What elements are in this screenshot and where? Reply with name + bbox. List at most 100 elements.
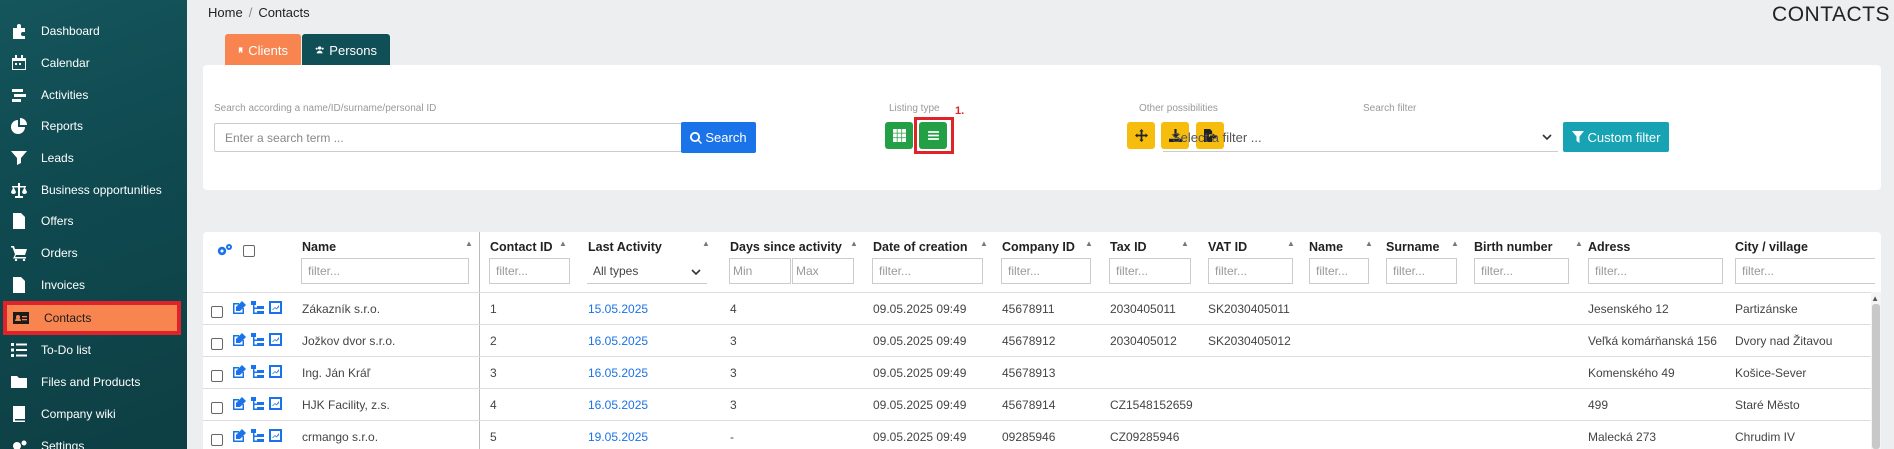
sidebar-item-calendar[interactable]: Calendar (0, 49, 187, 77)
table-row[interactable]: Zákazník s.r.o. 1 15.05.2025 4 09.05.202… (203, 292, 1873, 324)
sort-icon[interactable]: ▲ (850, 239, 858, 248)
sort-icon[interactable]: ▲ (1575, 239, 1583, 248)
sort-icon[interactable]: ▲ (465, 239, 473, 248)
column-header-name[interactable]: Name (302, 240, 336, 254)
filter-days-min[interactable]: Min (729, 258, 791, 284)
grid-view-button[interactable] (885, 122, 913, 149)
filter-city[interactable]: filter... (1735, 258, 1875, 284)
filter-surname[interactable]: filter... (1386, 258, 1457, 284)
custom-filter-button[interactable]: Custom filter (1563, 122, 1669, 152)
breadcrumb-home[interactable]: Home (208, 5, 243, 20)
sidebar-item-todo[interactable]: To-Do list (0, 336, 187, 364)
column-header-company-id[interactable]: Company ID (1002, 240, 1075, 254)
column-header-vat-id[interactable]: VAT ID (1208, 240, 1247, 254)
sidebar-item-leads[interactable]: Leads (0, 144, 187, 172)
table-row[interactable]: HJK Facility, z.s. 4 16.05.2025 3 09.05.… (203, 388, 1873, 420)
table-row[interactable]: Jožkov dvor s.r.o. 2 16.05.2025 3 09.05.… (203, 324, 1873, 356)
column-header-birth-number[interactable]: Birth number (1474, 240, 1552, 254)
sort-icon[interactable]: ▲ (980, 239, 988, 248)
breadcrumb-separator: / (248, 5, 253, 20)
sitemap-icon[interactable] (251, 429, 265, 443)
note-icon[interactable] (269, 301, 283, 315)
cell-last-activity[interactable]: 16.05.2025 (588, 398, 648, 412)
sitemap-icon[interactable] (251, 301, 265, 315)
table-row[interactable]: crmango s.r.o. 5 19.05.2025 - 09.05.2025… (203, 420, 1873, 449)
sort-icon[interactable]: ▲ (1451, 239, 1459, 248)
scroll-up-arrow[interactable]: ▲ (1871, 294, 1879, 303)
sort-icon[interactable]: ▲ (1365, 239, 1373, 248)
activity-type-select[interactable]: All types (587, 258, 707, 284)
note-icon[interactable] (269, 333, 283, 347)
row-checkbox[interactable] (211, 306, 223, 318)
sort-icon[interactable]: ▲ (1181, 239, 1189, 248)
column-header-tax-id[interactable]: Tax ID (1110, 240, 1147, 254)
filter-contact-id[interactable]: filter... (489, 258, 570, 284)
sidebar-item-reports[interactable]: Reports (0, 112, 187, 140)
column-header-surname[interactable]: Surname (1386, 240, 1440, 254)
filter-tax-id[interactable]: filter... (1109, 258, 1191, 284)
sidebar-item-orders[interactable]: Orders (0, 239, 187, 267)
edit-icon[interactable] (233, 365, 247, 379)
sort-icon[interactable]: ▲ (559, 239, 567, 248)
filter-date-creation[interactable]: filter... (872, 258, 983, 284)
columns-settings-icon[interactable] (217, 243, 233, 257)
sidebar-item-settings[interactable]: Settings (0, 432, 187, 449)
column-header-city[interactable]: City / village (1735, 240, 1808, 254)
column-header-last-activity[interactable]: Last Activity (588, 240, 662, 254)
sort-icon[interactable]: ▲ (1287, 239, 1295, 248)
cell-tax-id: 2030405011 (1110, 302, 1176, 316)
table-row[interactable]: Ing. Ján Kráľ 3 16.05.2025 3 09.05.2025 … (203, 356, 1873, 388)
scrollbar-thumb[interactable] (1872, 304, 1880, 449)
row-checkbox[interactable] (211, 370, 223, 382)
select-all-checkbox[interactable] (243, 245, 255, 257)
sidebar-item-activities[interactable]: Activities (0, 81, 187, 109)
edit-icon[interactable] (233, 301, 247, 315)
filter-vat-id[interactable]: filter... (1208, 258, 1293, 284)
note-icon[interactable] (269, 397, 283, 411)
row-checkbox[interactable] (211, 338, 223, 350)
sidebar-item-dashboard[interactable]: Dashboard (0, 17, 187, 45)
sitemap-icon[interactable] (251, 333, 265, 347)
cell-last-activity[interactable]: 16.05.2025 (588, 366, 648, 380)
edit-icon[interactable] (233, 397, 247, 411)
tab-persons[interactable]: Persons (302, 34, 390, 66)
sidebar-item-company-wiki[interactable]: Company wiki (0, 400, 187, 428)
sort-icon[interactable]: ▲ (1085, 239, 1093, 248)
row-checkbox[interactable] (211, 434, 223, 446)
column-header-contact-id[interactable]: Contact ID (490, 240, 553, 254)
note-icon[interactable] (269, 365, 283, 379)
sidebar-item-offers[interactable]: Offers (0, 207, 187, 235)
search-button[interactable]: Search (681, 122, 756, 153)
filter-name[interactable]: filter... (301, 258, 469, 284)
sidebar-item-label: Orders (41, 246, 78, 260)
sidebar-item-business-opportunities[interactable]: Business opportunities (0, 176, 187, 204)
filter-select[interactable]: Select a filter ... (1163, 123, 1558, 152)
sidebar-item-contacts[interactable]: Contacts (3, 301, 181, 335)
sidebar-item-invoices[interactable]: Invoices (0, 271, 187, 299)
cell-last-activity[interactable]: 19.05.2025 (588, 430, 648, 444)
cell-name: Jožkov dvor s.r.o. (302, 334, 396, 348)
filter-person-name[interactable]: filter... (1309, 258, 1369, 284)
filter-birth-number[interactable]: filter... (1474, 258, 1569, 284)
move-button[interactable] (1127, 122, 1155, 149)
filter-adress[interactable]: filter... (1588, 258, 1723, 284)
cell-last-activity[interactable]: 15.05.2025 (588, 302, 648, 316)
column-header-person-name[interactable]: Name (1309, 240, 1343, 254)
sort-icon[interactable]: ▲ (702, 239, 710, 248)
note-icon[interactable] (269, 429, 283, 443)
row-checkbox[interactable] (211, 402, 223, 414)
edit-icon[interactable] (233, 333, 247, 347)
search-input[interactable]: Enter a search term ... (214, 123, 684, 152)
tab-clients[interactable]: Clients (225, 34, 301, 66)
column-header-date-creation[interactable]: Date of creation (873, 240, 967, 254)
sidebar-item-files-products[interactable]: Files and Products (0, 368, 187, 396)
column-header-adress[interactable]: Adress (1588, 240, 1630, 254)
filter-days-max[interactable]: Max (792, 258, 854, 284)
column-header-days-since[interactable]: Days since activity (730, 240, 842, 254)
edit-icon[interactable] (233, 429, 247, 443)
sitemap-icon[interactable] (251, 365, 265, 379)
cell-contact-id: 4 (490, 398, 497, 412)
cell-last-activity[interactable]: 16.05.2025 (588, 334, 648, 348)
sitemap-icon[interactable] (251, 397, 265, 411)
filter-company-id[interactable]: filter... (1001, 258, 1091, 284)
